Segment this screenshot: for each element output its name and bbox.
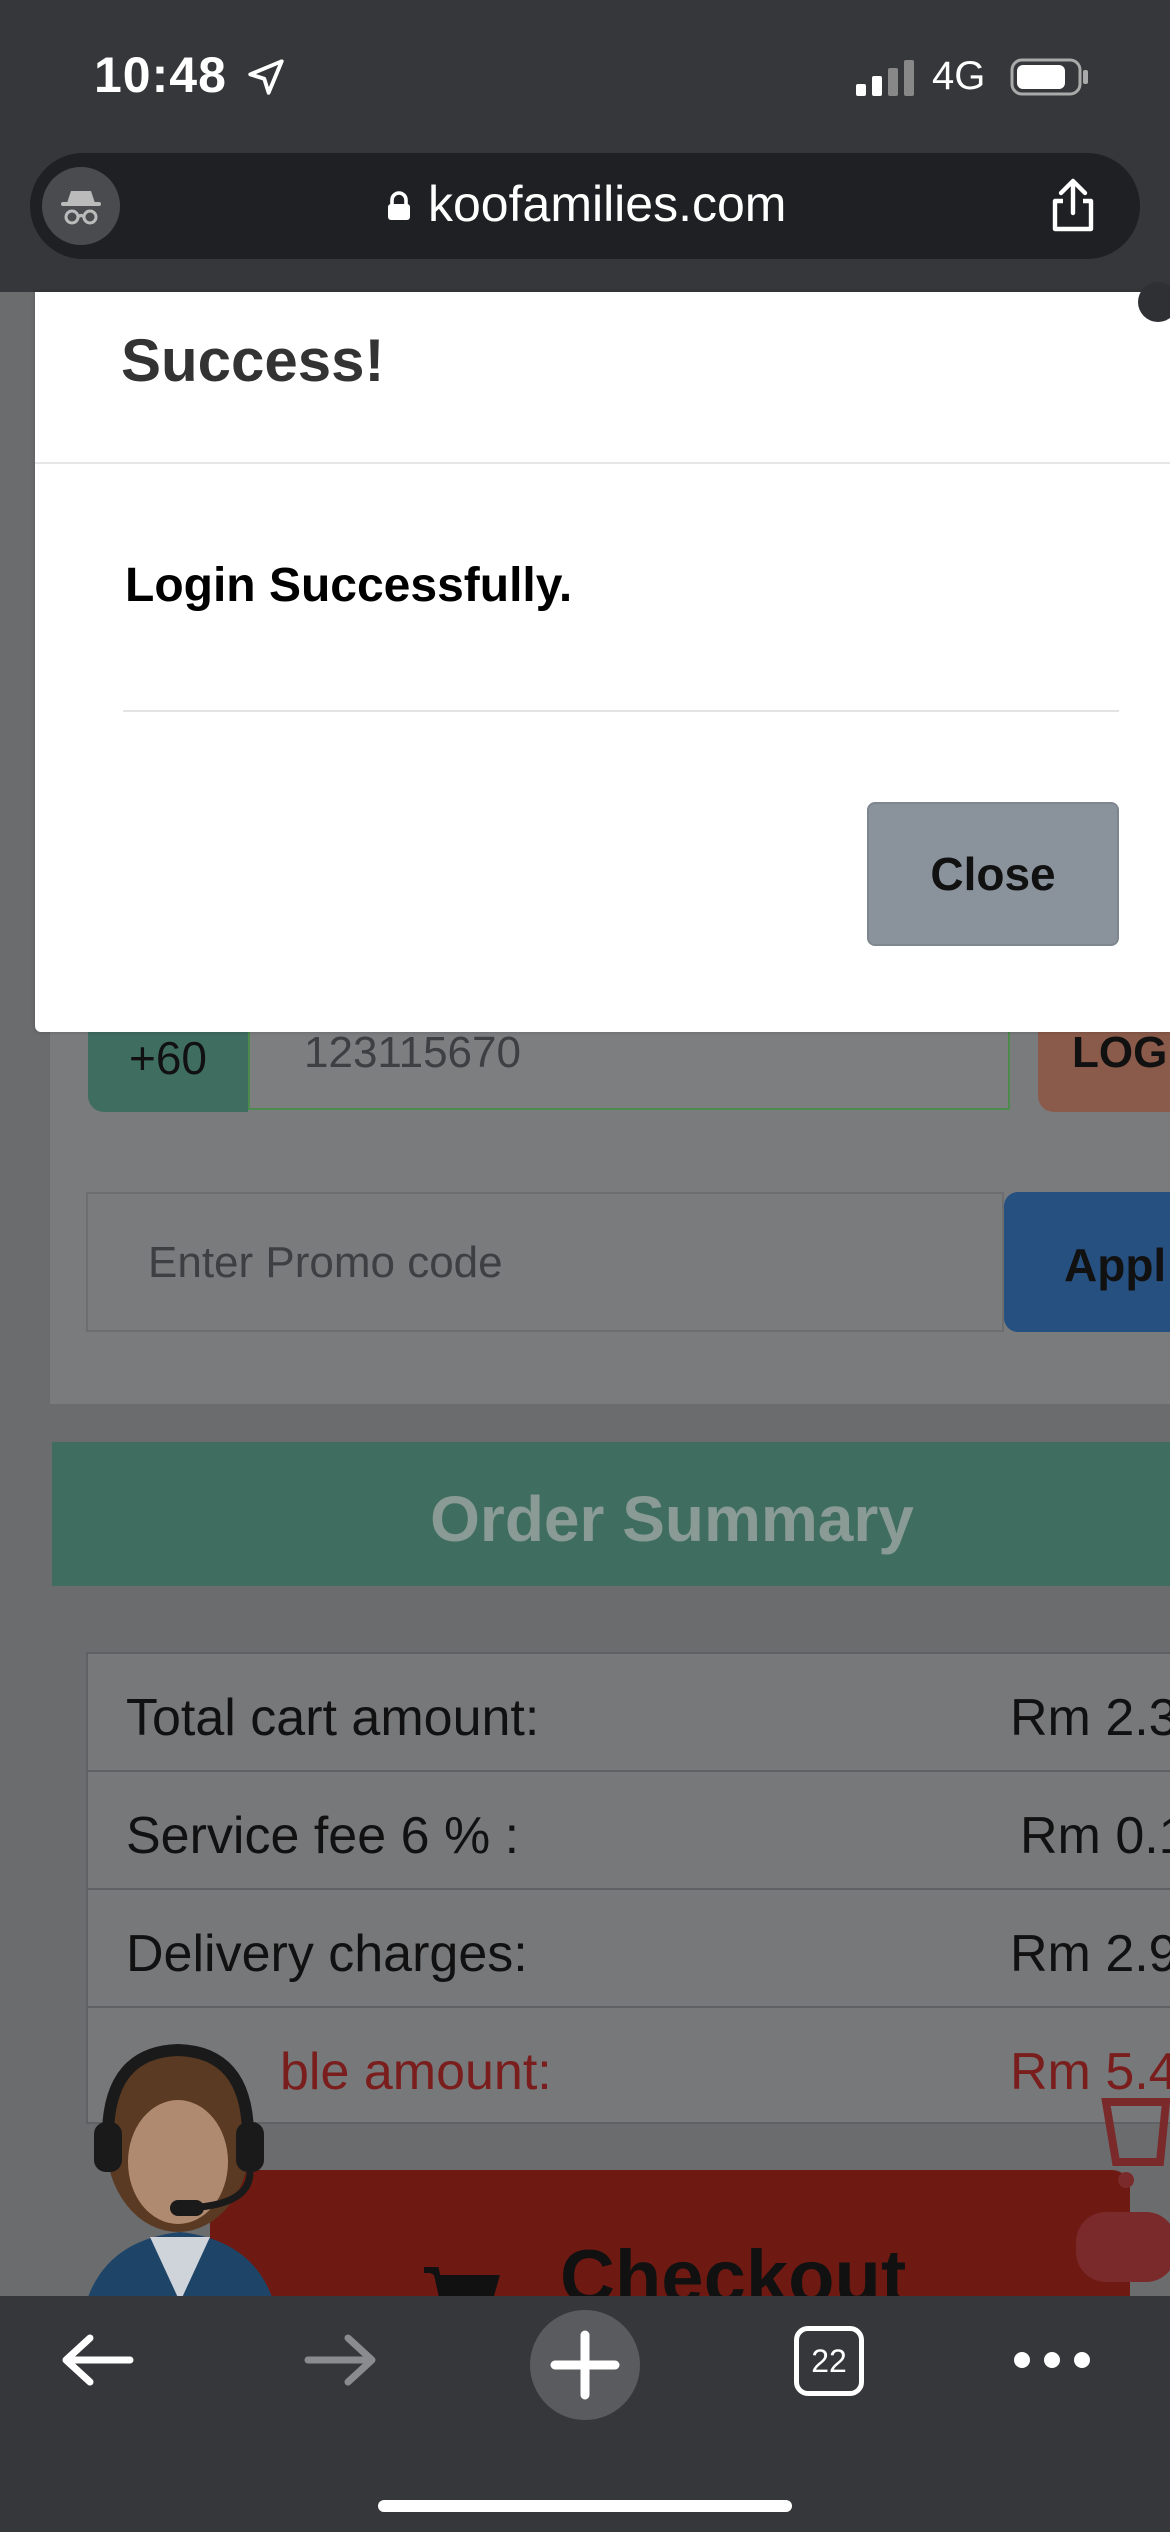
share-icon[interactable] (1043, 175, 1103, 235)
more-options-icon[interactable] (1010, 2348, 1094, 2372)
checkout-label: Checkout (560, 2235, 907, 2296)
tabs-count-button[interactable]: 22 (794, 2326, 864, 2396)
incognito-icon (61, 191, 101, 225)
modal-message: Login Successfully. (125, 559, 573, 612)
status-and-url-bar: 10:48 4G koofamilies.com (0, 0, 1170, 292)
plus-icon (550, 2330, 620, 2400)
apply-button[interactable]: Appl (1004, 1192, 1170, 1332)
close-button[interactable]: Close (867, 802, 1119, 946)
modal-header: Success! (35, 292, 1170, 464)
row-value: Rm 0.1 (1020, 1807, 1170, 1865)
row-label: Delivery charges: (126, 1925, 528, 1983)
row-label: Total cart amount: (126, 1689, 540, 1747)
battery-icon (1010, 58, 1088, 96)
success-modal: Success! Login Successfully. Close (35, 292, 1170, 1032)
location-arrow-icon (248, 59, 284, 95)
modal-title: Success! (121, 327, 385, 394)
support-agent-icon[interactable] (50, 2022, 310, 2296)
modal-close-x-icon[interactable] (1138, 282, 1170, 322)
browser-toolbar: 22 (0, 2296, 1170, 2532)
checkout-button[interactable]: Checkout (210, 2170, 1130, 2296)
home-indicator (378, 2500, 792, 2512)
row-label: ble amount: (280, 2043, 552, 2101)
order-summary-title: Order Summary (430, 1483, 914, 1555)
address-bar[interactable]: koofamilies.com (30, 153, 1140, 259)
cart-icon (424, 2267, 500, 2296)
network-type: 4G (932, 54, 986, 98)
promo-code-input[interactable]: Enter Promo code (86, 1192, 1004, 1332)
table-row: Service fee 6 % : Rm 0.1 (86, 1770, 1170, 1888)
lock-icon (388, 191, 410, 220)
modal-divider (123, 710, 1119, 712)
back-arrow-icon[interactable] (58, 2330, 138, 2390)
order-summary-header: Order Summary (52, 1442, 1170, 1586)
forward-arrow-icon[interactable] (300, 2330, 380, 2390)
signal-icon (856, 60, 914, 96)
status-time: 10:48 (94, 47, 227, 103)
incognito-button[interactable] (42, 167, 120, 245)
row-value: Rm 2.3 (1010, 1689, 1170, 1747)
row-value: Rm 2.9 (1010, 1925, 1170, 1983)
row-label: Service fee 6 % : (126, 1807, 520, 1865)
new-tab-button[interactable] (530, 2310, 640, 2420)
table-row: Delivery charges: Rm 2.9 (86, 1888, 1170, 2006)
table-row: Total cart amount: Rm 2.3 (86, 1652, 1170, 1770)
add-to-cart-floating-icon[interactable] (1076, 2072, 1170, 2296)
url-text[interactable]: koofamilies.com (428, 175, 786, 233)
